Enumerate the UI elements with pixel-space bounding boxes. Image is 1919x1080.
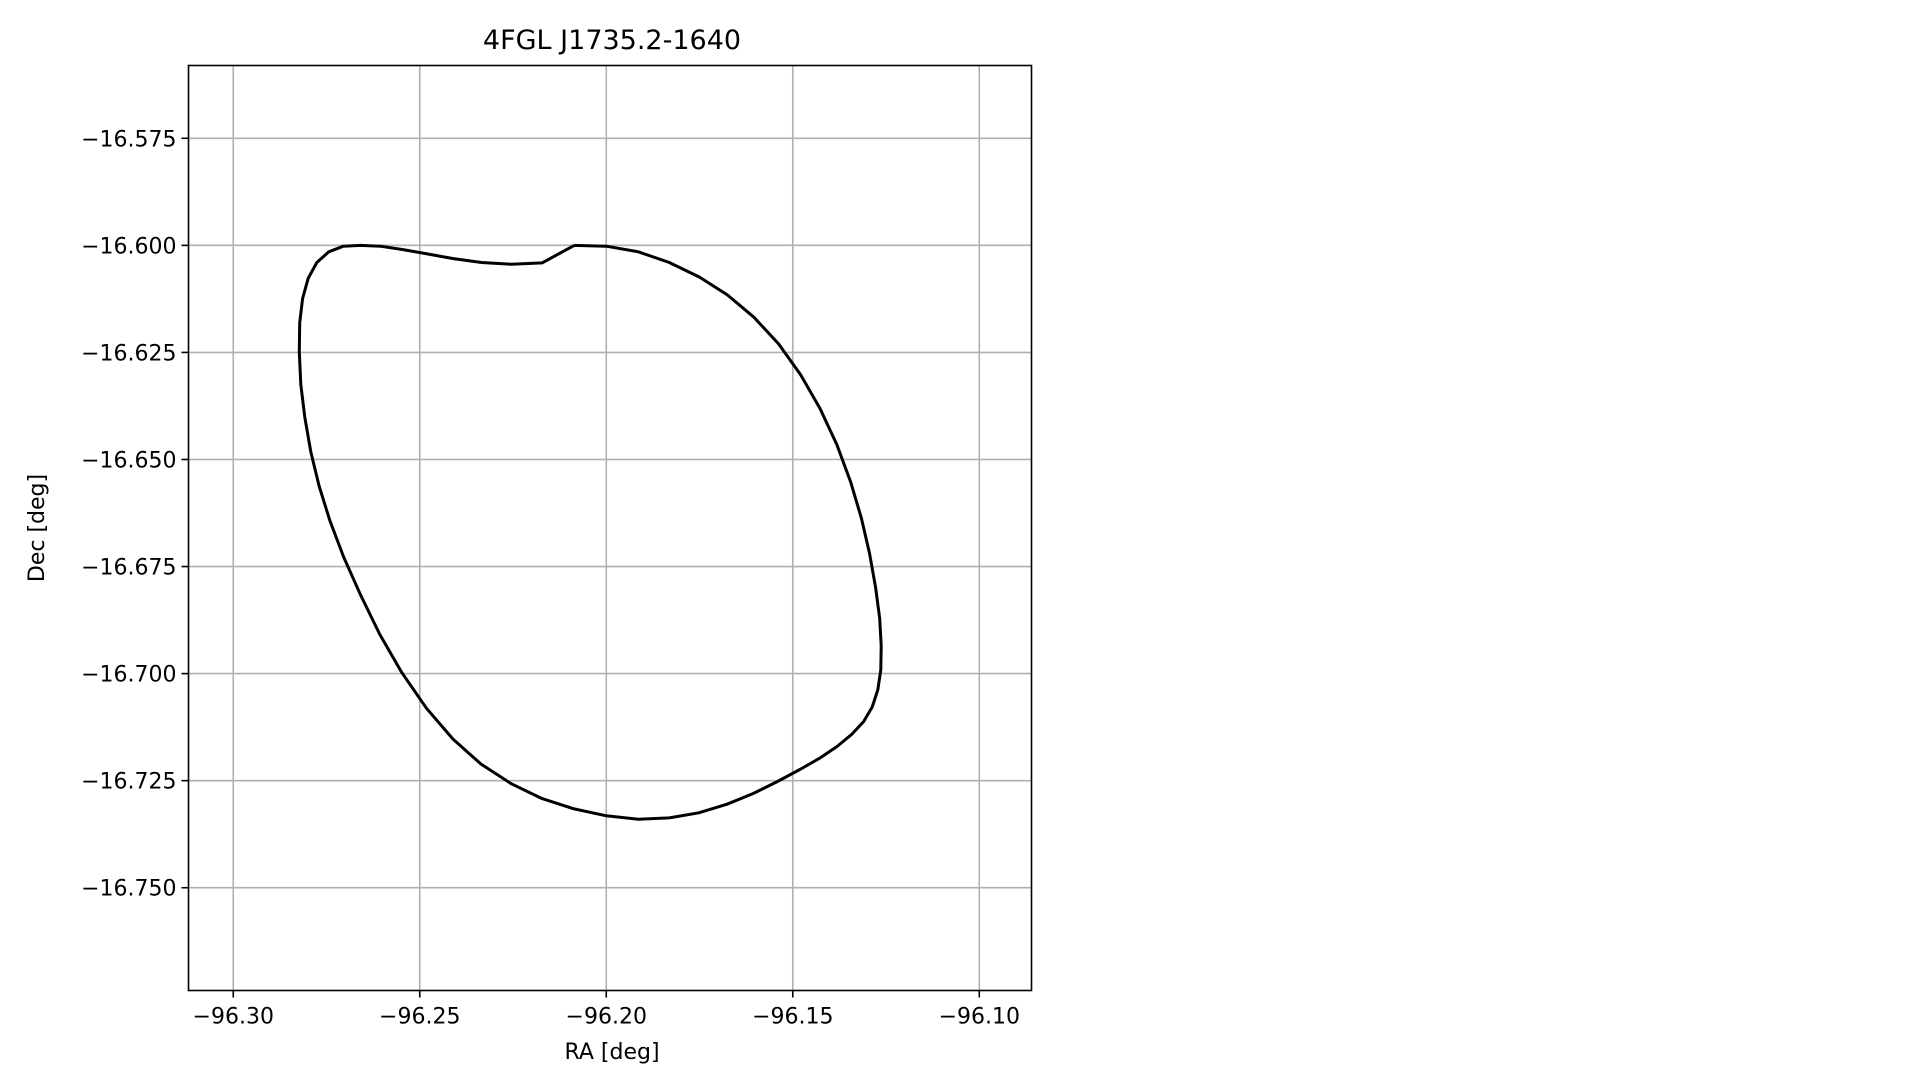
x-tick-label: −96.25 [379,1005,460,1030]
y-tick-label: −16.575 [81,127,176,152]
y-axis-label: Dec [deg] [25,474,50,582]
y-tick-label: −16.675 [81,556,176,581]
chart-title: 4FGL J1735.2-1640 [483,25,741,56]
y-tick-label: −16.650 [81,448,176,473]
y-tick-label: −16.600 [81,234,176,259]
x-axis-label: RA [deg] [564,1040,659,1065]
y-tick-label: −16.750 [81,877,176,902]
x-tick-label: −96.15 [752,1005,833,1030]
y-tick-label: −16.625 [81,341,176,366]
x-tick-label: −96.10 [939,1005,1020,1030]
chart-figure: 4FGL J1735.2-1640 −96.30 −96.25 −96.20 −96.… [0,0,1919,1080]
y-tick-label: −16.700 [81,663,176,688]
x-tick-label: −96.30 [193,1005,274,1030]
x-tick-label: −96.20 [566,1005,647,1030]
y-tick-label: −16.725 [81,770,176,795]
